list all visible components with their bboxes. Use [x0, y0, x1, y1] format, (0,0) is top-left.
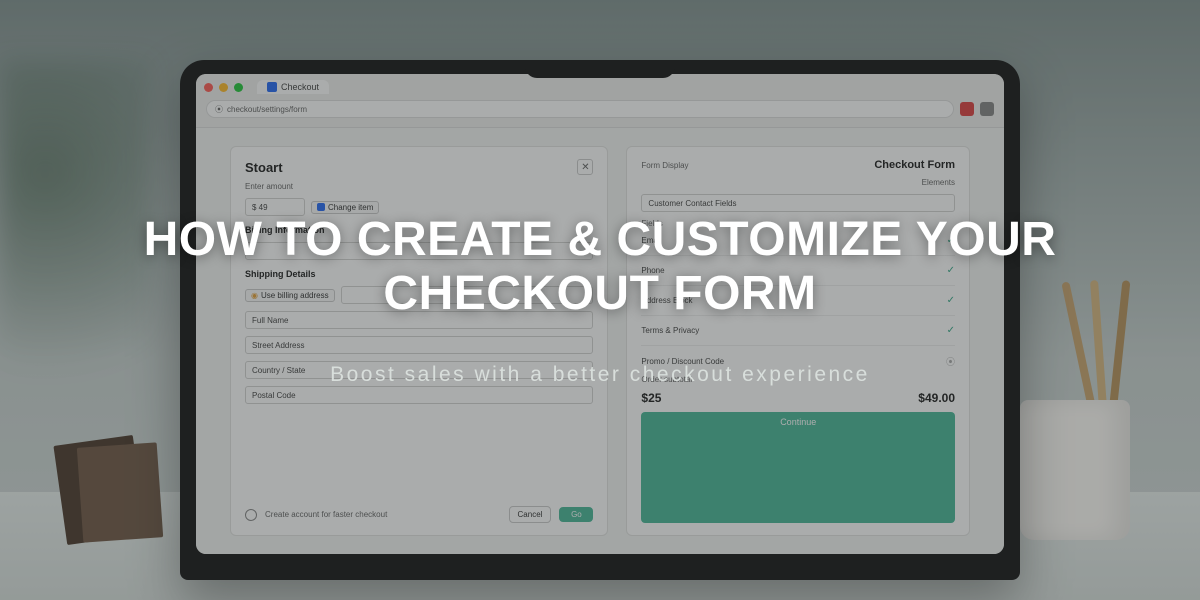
- hero-text: HOW TO CREATE & CUSTOMIZE YOUR CHECKOUT …: [0, 0, 1200, 600]
- hero-subtitle: Boost sales with a better checkout exper…: [330, 363, 870, 387]
- hero-title: HOW TO CREATE & CUSTOMIZE YOUR CHECKOUT …: [80, 213, 1120, 321]
